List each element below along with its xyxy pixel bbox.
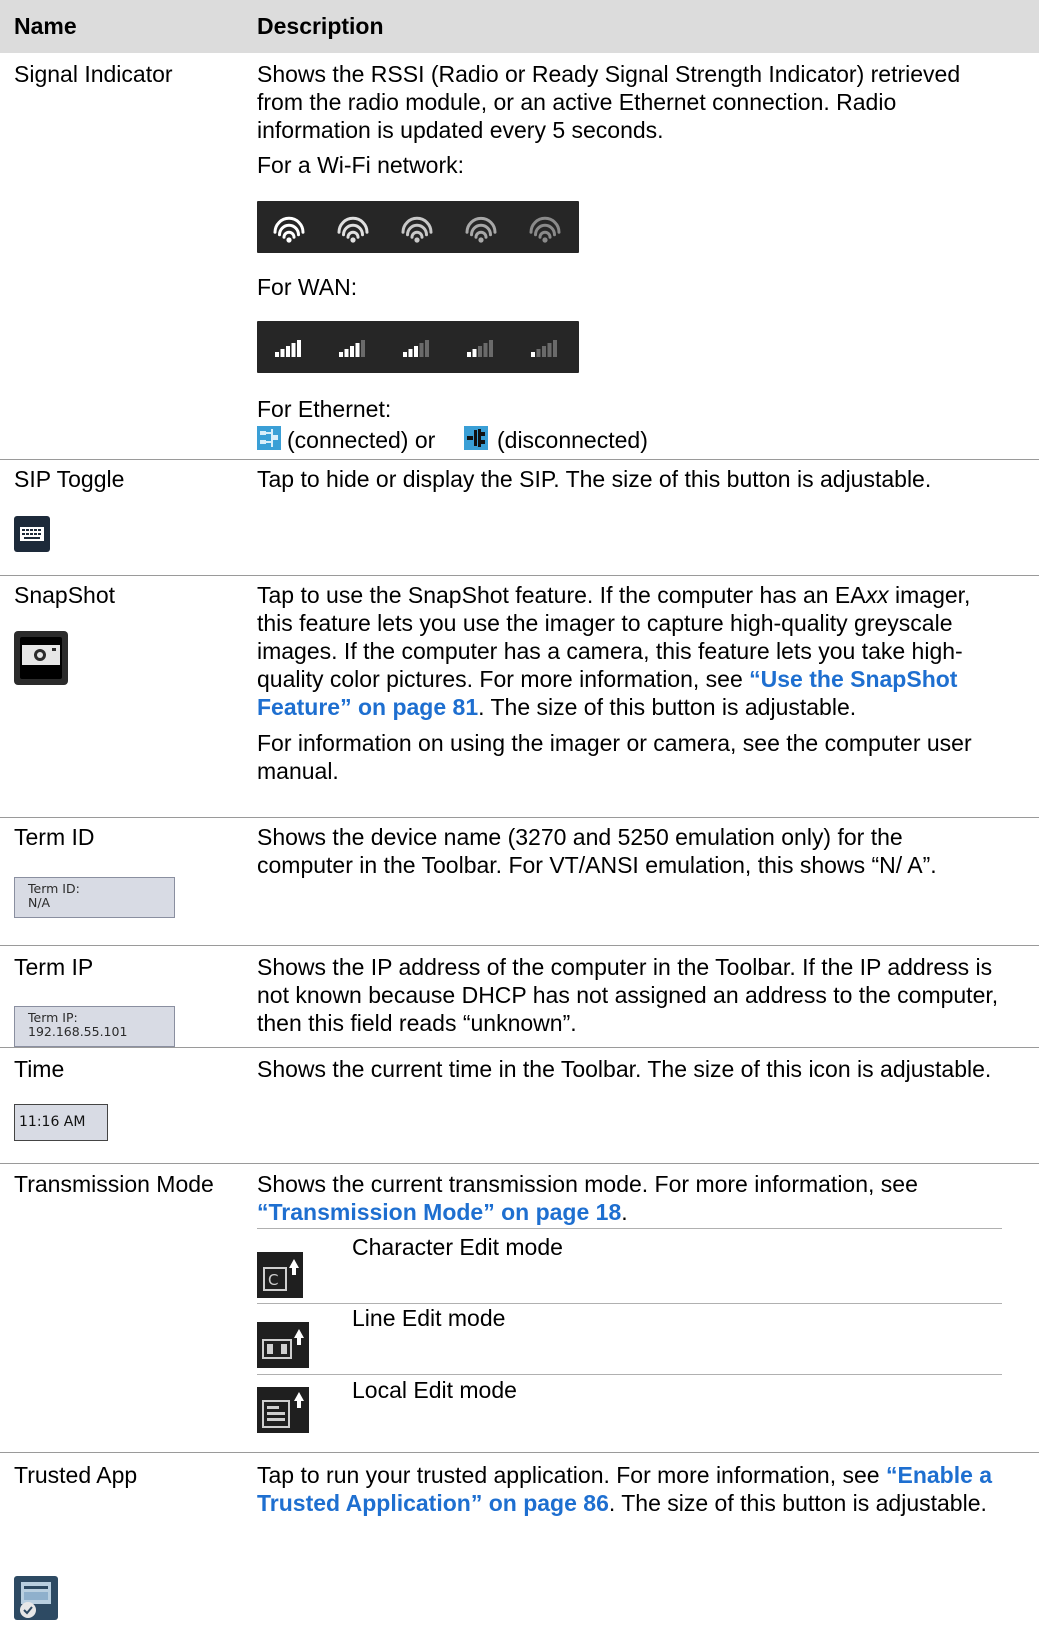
wifi-icon	[273, 216, 305, 243]
row-divider	[0, 459, 1039, 460]
term-id-label: Term ID:	[28, 881, 80, 896]
row-name-trusted: Trusted App	[14, 1462, 138, 1488]
row-desc-signal: Shows the RSSI (Radio or Ready Signal St…	[257, 61, 961, 143]
trusted-app-icon	[14, 1576, 58, 1620]
row-name-time: Time	[14, 1056, 65, 1082]
wifi-strip	[257, 201, 579, 253]
wan-signal-icon	[467, 340, 493, 357]
wifi-label: For a Wi-Fi network:	[257, 152, 465, 178]
sub-divider	[257, 1228, 1002, 1229]
local-edit-icon	[257, 1387, 309, 1433]
row-name-termid: Term ID	[14, 824, 95, 850]
wan-signal-icon	[275, 340, 301, 357]
row-desc-snapshot: Tap to use the SnapShot feature. If the …	[257, 581, 1002, 785]
snapshot-desc-c: . The size of this button is adjustable.	[478, 694, 857, 720]
row-name-signal: Signal Indicator	[14, 61, 173, 87]
wifi-icon	[337, 216, 369, 243]
row-desc-sip: Tap to hide or display the SIP. The size…	[257, 466, 932, 492]
row-name-termip: Term IP	[14, 954, 94, 980]
clock-display: 11:16 AM	[14, 1104, 108, 1141]
keyboard-icon	[14, 516, 50, 552]
row-divider	[0, 1163, 1039, 1164]
row-divider	[0, 1452, 1039, 1453]
ethernet-label: For Ethernet:	[257, 396, 392, 422]
wifi-icon	[401, 216, 433, 243]
row-divider	[0, 817, 1039, 818]
wan-signal-icon	[339, 340, 365, 357]
eth-connected-text: (connected) or	[287, 427, 436, 453]
table-header: Name Description	[0, 0, 1039, 53]
header-name: Name	[14, 13, 77, 39]
wifi-icon	[529, 216, 561, 243]
wifi-icon	[465, 216, 497, 243]
term-id-field: Term ID: N/A	[14, 877, 175, 918]
transmission-desc-a: Shows the current transmission mode. For…	[257, 1171, 918, 1197]
term-ip-label: Term IP:	[28, 1010, 78, 1025]
row-divider	[0, 1047, 1039, 1048]
row-desc-time: Shows the current time in the Toolbar. T…	[257, 1056, 992, 1082]
snapshot-desc-em: xx	[865, 582, 889, 608]
wan-signal-icon	[531, 340, 557, 357]
ethernet-disconnected-icon	[464, 426, 488, 450]
trusted-desc-a: Tap to run your trusted application. For…	[257, 1462, 886, 1488]
row-desc-trusted: Tap to run your trusted application. For…	[257, 1461, 1002, 1517]
wan-strip	[257, 321, 579, 373]
mode-label-char: Character Edit mode	[352, 1234, 563, 1260]
term-ip-value: 192.168.55.101	[28, 1024, 128, 1039]
mode-label-local: Local Edit mode	[352, 1377, 517, 1403]
camera-icon	[14, 631, 68, 685]
snapshot-desc-a: Tap to use the SnapShot feature. If the …	[257, 582, 866, 608]
row-name-snapshot: SnapShot	[14, 582, 116, 608]
row-desc-termid: Shows the device name (3270 and 5250 emu…	[257, 824, 937, 878]
snapshot-desc-2: For information on using the imager or c…	[257, 730, 972, 784]
row-divider	[0, 945, 1039, 946]
transmission-link[interactable]: “Transmission Mode” on page 18	[257, 1199, 621, 1225]
line-edit-icon	[257, 1322, 309, 1368]
term-id-value: N/A	[28, 895, 51, 910]
mode-label-line: Line Edit mode	[352, 1305, 506, 1331]
eth-disconnected-text: (disconnected)	[497, 427, 648, 453]
sub-divider	[257, 1374, 1002, 1375]
row-desc-termip: Shows the IP address of the computer in …	[257, 954, 999, 1036]
term-ip-field: Term IP: 192.168.55.101	[14, 1006, 175, 1047]
trusted-desc-b: . The size of this button is adjustable.	[608, 1490, 987, 1516]
row-desc-transmission: Shows the current transmission mode. For…	[257, 1170, 1002, 1226]
header-description: Description	[257, 13, 384, 39]
row-name-sip: SIP Toggle	[14, 466, 125, 492]
wan-signal-icon	[403, 340, 429, 357]
ethernet-connected-icon	[257, 426, 281, 450]
wan-label: For WAN:	[257, 274, 358, 300]
row-name-transmission: Transmission Mode	[14, 1171, 214, 1197]
transmission-desc-b: .	[621, 1199, 628, 1225]
row-divider	[0, 575, 1039, 576]
svg-text:C: C	[268, 1271, 278, 1289]
char-edit-icon: C	[257, 1252, 303, 1298]
